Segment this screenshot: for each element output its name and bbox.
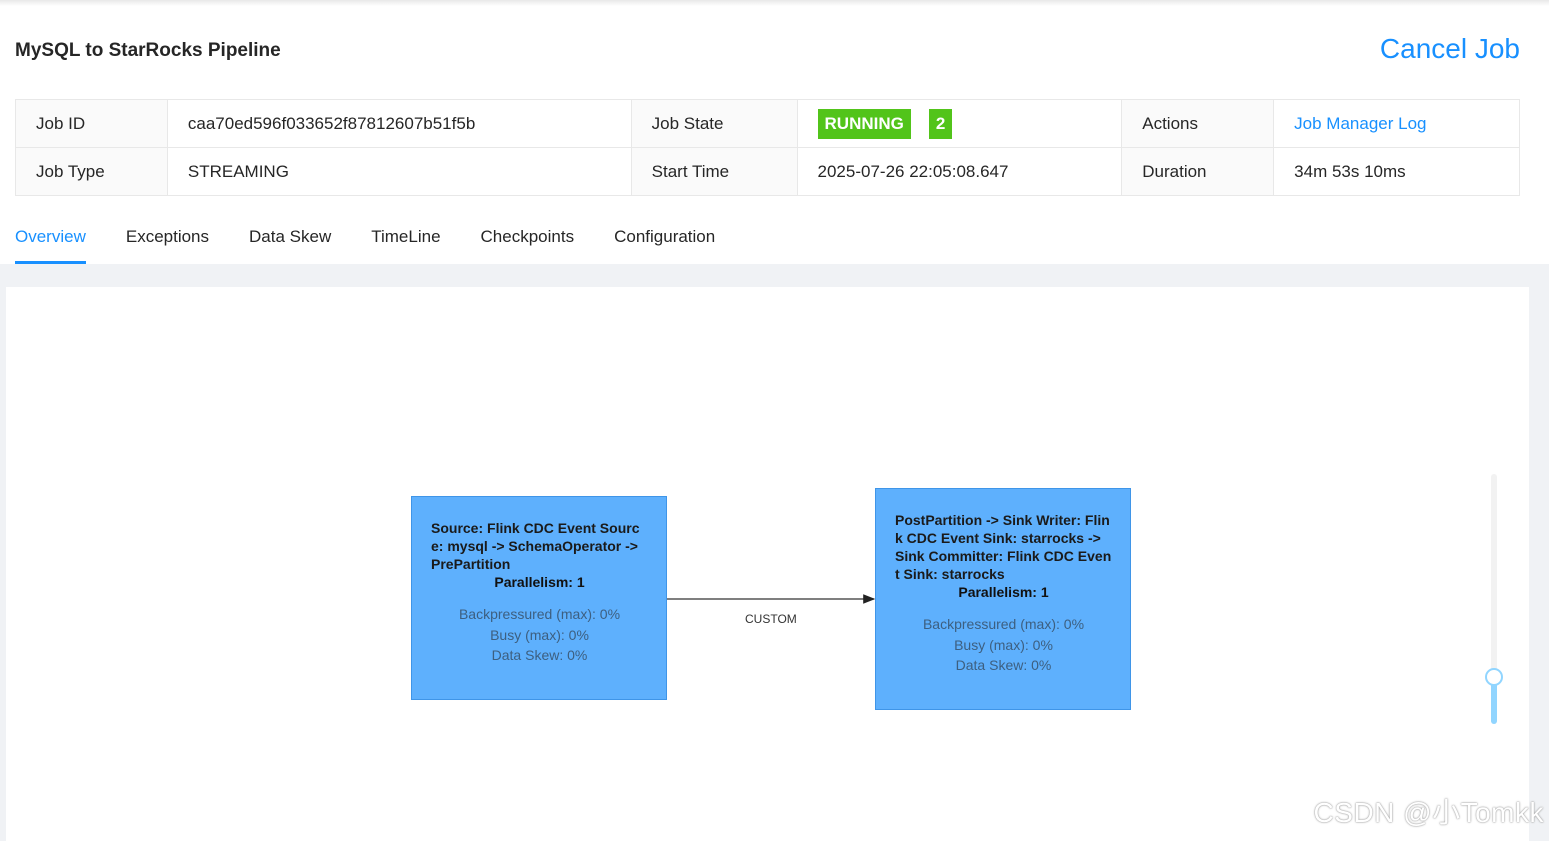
cancel-job-button[interactable]: Cancel Job bbox=[1380, 33, 1520, 65]
node-busy: Busy (max): 0% bbox=[490, 626, 589, 643]
job-state-cell: RUNNING 2 bbox=[796, 99, 1123, 148]
graph-node-sink[interactable]: PostPartition -> Sink Writer: Flink CDC … bbox=[875, 488, 1131, 710]
job-info-table: Job ID caa70ed596f033652f87812607b51f5b … bbox=[15, 99, 1520, 196]
tab-exceptions[interactable]: Exceptions bbox=[126, 214, 209, 264]
top-shadow bbox=[0, 0, 1549, 6]
tab-timeline[interactable]: TimeLine bbox=[371, 214, 440, 264]
node-name: Source: Flink CDC Event Source: mysql ->… bbox=[431, 520, 640, 572]
start-time-value: 2025-07-26 22:05:08.647 bbox=[796, 147, 1123, 196]
start-time-label: Start Time bbox=[630, 147, 798, 196]
tab-checkpoints[interactable]: Checkpoints bbox=[481, 214, 575, 264]
node-data-skew: Data Skew: 0% bbox=[491, 647, 588, 663]
graph-node-source[interactable]: Source: Flink CDC Event Source: mysql ->… bbox=[411, 496, 667, 700]
edge-label: CUSTOM bbox=[745, 612, 797, 626]
node-backpressured: Backpressured (max): 0% bbox=[922, 616, 1085, 632]
tab-overview[interactable]: Overview bbox=[15, 214, 86, 264]
info-row: Job Type STREAMING Start Time 2025-07-26… bbox=[15, 147, 1520, 196]
running-count-badge: 2 bbox=[928, 108, 953, 139]
duration-label: Duration bbox=[1121, 147, 1275, 196]
job-manager-log-link[interactable]: Job Manager Log bbox=[1294, 114, 1426, 133]
node-backpressured: Backpressured (max): 0% bbox=[458, 606, 621, 622]
tab-bar: Overview Exceptions Data Skew TimeLine C… bbox=[15, 214, 1520, 264]
node-data-skew: Data Skew: 0% bbox=[955, 657, 1052, 673]
node-parallelism: Parallelism: 1 bbox=[494, 574, 585, 590]
job-graph-canvas[interactable] bbox=[6, 287, 1529, 841]
duration-value: 34m 53s 10ms bbox=[1273, 147, 1520, 196]
tab-configuration[interactable]: Configuration bbox=[614, 214, 715, 264]
node-busy: Busy (max): 0% bbox=[954, 636, 1053, 653]
job-id-value: caa70ed596f033652f87812607b51f5b bbox=[166, 99, 632, 148]
actions-cell: Job Manager Log bbox=[1273, 99, 1520, 148]
job-state-label: Job State bbox=[630, 99, 798, 148]
watermark: CSDN @小Tomkk bbox=[1313, 797, 1544, 828]
node-name: PostPartition -> Sink Writer: Flink CDC … bbox=[895, 512, 1112, 582]
zoom-slider-handle[interactable] bbox=[1485, 668, 1503, 686]
job-state-badge: RUNNING bbox=[817, 108, 911, 139]
job-type-value: STREAMING bbox=[166, 147, 632, 196]
node-parallelism: Parallelism: 1 bbox=[958, 584, 1049, 600]
actions-label: Actions bbox=[1121, 99, 1275, 148]
page-title: MySQL to StarRocks Pipeline bbox=[15, 40, 281, 61]
info-row: Job ID caa70ed596f033652f87812607b51f5b … bbox=[15, 99, 1520, 148]
job-id-label: Job ID bbox=[15, 99, 168, 148]
job-type-label: Job Type bbox=[15, 147, 168, 196]
tab-data-skew[interactable]: Data Skew bbox=[249, 214, 331, 264]
